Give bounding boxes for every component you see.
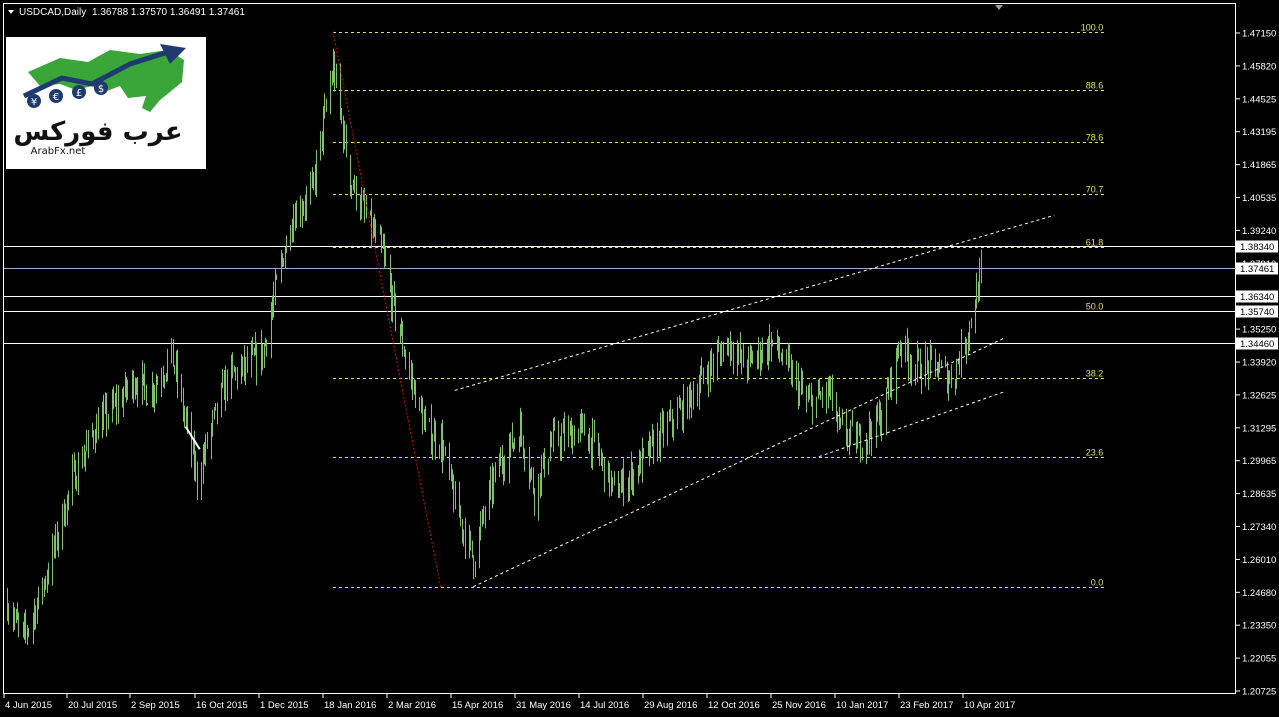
y-tick-label: 1.39240: [1242, 226, 1276, 237]
svg-text:£: £: [76, 88, 82, 99]
y-tick-label: 1.35250: [1242, 325, 1276, 336]
x-tick-label: 14 Jul 2016: [580, 700, 629, 711]
fibo-level-label: 23.6: [1086, 448, 1104, 458]
fibo-level-label: 88.6: [1086, 81, 1104, 91]
svg-text:¥: ¥: [31, 97, 37, 108]
level-price-label: 1.35740: [1240, 307, 1274, 318]
x-tick-label: 2 Mar 2016: [388, 700, 436, 711]
level-price-label: 1.38340: [1240, 242, 1274, 253]
y-tick-label: 1.43195: [1242, 127, 1276, 138]
x-tick-label: 10 Jan 2017: [836, 700, 888, 711]
x-tick-label: 29 Aug 2016: [644, 700, 697, 711]
x-tick-label: 2 Sep 2015: [131, 700, 180, 711]
x-tick-label: 16 Oct 2015: [196, 700, 248, 711]
y-tick-label: 1.22055: [1242, 654, 1276, 665]
y-tick-label: 1.47150: [1242, 29, 1276, 40]
level-price-label: 1.36340: [1240, 292, 1274, 303]
x-tick-label: 12 Oct 2016: [708, 700, 760, 711]
fibo-level-label: 0.0: [1091, 578, 1104, 588]
svg-text:€: €: [53, 92, 59, 103]
svg-text:$: $: [98, 84, 104, 95]
symbol-label: USDCAD,Daily: [19, 7, 86, 18]
y-tick-label: 1.23350: [1242, 621, 1276, 632]
logo-arabic-text: عرب فوركس: [13, 117, 182, 147]
y-tick-label: 1.28635: [1242, 489, 1276, 500]
y-tick-label: 1.44525: [1242, 94, 1276, 105]
fibo-level-label: 70.7: [1086, 185, 1104, 195]
y-tick-label: 1.24680: [1242, 588, 1276, 599]
fibo-level-label: 100.0: [1081, 23, 1104, 33]
x-tick-label: 15 Apr 2016: [452, 700, 503, 711]
x-tick-label: 31 May 2016: [516, 700, 571, 711]
y-tick-label: 1.27340: [1242, 522, 1276, 533]
y-tick-label: 1.41865: [1242, 160, 1276, 171]
y-tick-label: 1.31295: [1242, 423, 1276, 434]
arabfx-logo[interactable]: ¥ € £ $ عرب فوركس ArabFx.net: [6, 37, 206, 169]
fibo-level-label: 50.0: [1086, 302, 1104, 312]
x-tick-label: 4 Jun 2015: [5, 700, 52, 711]
y-axis-ticks: 1.47150 1.45820 1.44525 1.43195 1.41865 1.405…: [1236, 29, 1276, 698]
x-tick-label: 23 Feb 2017: [900, 700, 953, 711]
x-tick-label: 1 Dec 2015: [260, 700, 309, 711]
x-tick-label: 18 Jan 2016: [324, 700, 376, 711]
x-tick-label: 25 Nov 2016: [772, 700, 826, 711]
logo-latin-text: ArabFx.net: [31, 146, 86, 157]
x-tick-label: 20 Jul 2015: [68, 700, 117, 711]
fibo-level-label: 78.6: [1086, 133, 1104, 143]
ohlc-label: 1.36788 1.37570 1.36491 1.37461: [92, 7, 245, 18]
price-chart[interactable]: 100.088.678.670.761.850.038.223.60.0 1.4…: [0, 0, 1279, 717]
x-tick-label: 10 Apr 2017: [964, 700, 1015, 711]
y-tick-label: 1.20725: [1242, 687, 1276, 698]
y-tick-label: 1.33920: [1242, 358, 1276, 369]
y-tick-label: 1.29965: [1242, 456, 1276, 467]
fibo-level-label: 38.2: [1086, 369, 1104, 379]
level-price-label: 1.34460: [1240, 339, 1274, 350]
y-tick-label: 1.32625: [1242, 390, 1276, 401]
y-tick-label: 1.40535: [1242, 193, 1276, 204]
y-tick-label: 1.45820: [1242, 61, 1276, 72]
current-price-label: 1.37461: [1240, 264, 1274, 275]
y-tick-label: 1.26010: [1242, 555, 1276, 566]
